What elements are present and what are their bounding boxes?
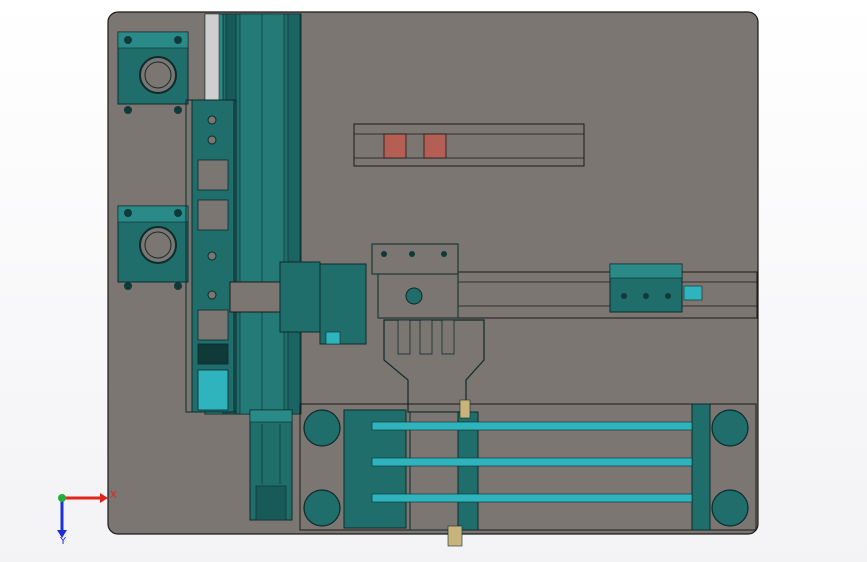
- cable-drag-chain[interactable]: [185, 99, 237, 413]
- assembly-model[interactable]: [0, 0, 867, 562]
- vertical-motor[interactable]: [249, 409, 293, 521]
- cad-viewport[interactable]: X Y: [0, 0, 867, 562]
- sensor-marker-left[interactable]: [383, 133, 407, 159]
- shaft-support-top[interactable]: [117, 31, 189, 114]
- sensor-rail[interactable]: [353, 123, 585, 167]
- axis-triad: X Y: [40, 478, 120, 548]
- shaft-support-middle[interactable]: [117, 205, 189, 290]
- horizontal-rail[interactable]: [454, 263, 758, 319]
- sensor-marker-right[interactable]: [423, 133, 447, 159]
- axis-triad-arrows: [57, 493, 108, 538]
- y-axis-label: Y: [60, 536, 67, 547]
- x-axis-label: X: [110, 490, 117, 501]
